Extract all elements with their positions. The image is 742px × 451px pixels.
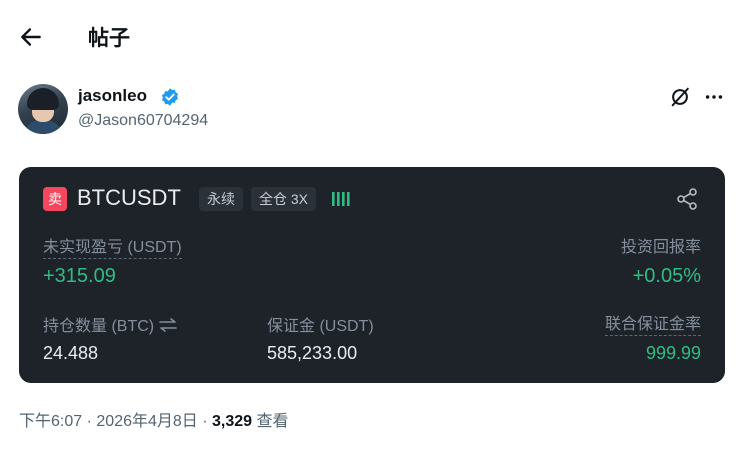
author-display-name[interactable]: jasonleo [78, 86, 147, 106]
more-icon[interactable] [702, 86, 726, 108]
verified-badge-icon [161, 88, 179, 106]
top-bar: 帖子 [0, 0, 742, 72]
views-count: 3,329 [212, 413, 253, 430]
sell-badge: 卖 [43, 187, 67, 211]
share-icon[interactable] [675, 187, 699, 211]
margin-label: 保证金 (USDT) [267, 318, 374, 335]
contract-type-tag: 永续 [199, 187, 243, 211]
roi-label: 投资回报率 [620, 239, 701, 256]
back-arrow-icon[interactable] [18, 24, 44, 50]
meta-separator: · [202, 413, 208, 430]
views-label: 查看 [256, 413, 289, 430]
swap-arrows-icon[interactable] [158, 318, 178, 332]
margin-ratio-label: 联合保证金率 [604, 310, 701, 336]
roi-value: +0.05% [632, 265, 701, 287]
post-time[interactable]: 下午6:07 [19, 413, 82, 430]
grok-icon[interactable] [669, 86, 691, 108]
margin-value: 585,233.00 [267, 343, 358, 363]
position-size-label: 持仓数量 (BTC) [43, 318, 155, 335]
unrealized-pnl-label: 未实现盈亏 (USDT) [43, 233, 182, 259]
position-size-label-group: 持仓数量 (BTC) [43, 312, 178, 336]
margin-mode-tag: 全仓 3X [251, 187, 317, 211]
position-size-value: 24.488 [43, 343, 99, 363]
margin-ratio-value: 999.99 [645, 343, 701, 363]
post-meta: 下午6:07 · 2026年4月8日 · 3,329 查看 [19, 407, 289, 431]
position-card[interactable]: 卖 BTCUSDT 永续 全仓 3X 未实现盈亏 (USDT) 投资回报率 +3… [19, 167, 725, 383]
meta-separator: · [86, 413, 92, 430]
avatar[interactable] [18, 84, 68, 134]
signal-bars-icon [332, 192, 350, 206]
author-handle[interactable]: @Jason60704294 [78, 112, 208, 130]
trading-symbol: BTCUSDT [77, 185, 181, 210]
unrealized-pnl-value: +315.09 [43, 265, 116, 287]
post-date[interactable]: 2026年4月8日 [96, 413, 197, 430]
page-title: 帖子 [88, 27, 130, 50]
